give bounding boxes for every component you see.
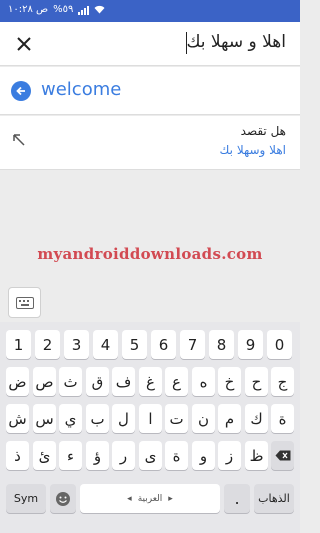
emoji-icon [56, 491, 70, 506]
key-0[interactable]: 0 [267, 330, 292, 359]
key-5[interactable]: 5 [122, 330, 147, 359]
key-1[interactable]: 1 [6, 330, 31, 359]
status-bar: ص ١٠:٢٨ %٥٩ [0, 0, 300, 22]
key-letter[interactable]: ك [245, 404, 268, 433]
emoji-key[interactable] [50, 484, 76, 513]
keyboard-toggle-button[interactable] [8, 287, 41, 318]
key-letter[interactable]: ئ [33, 441, 56, 470]
space-label: العربية [137, 493, 163, 504]
key-letter[interactable]: ن [192, 404, 215, 433]
suggestion-row[interactable]: هل تقصد اهلا وسهلا بك [0, 116, 300, 170]
punctuation-key[interactable]: . [224, 484, 250, 513]
wifi-icon [94, 5, 105, 14]
key-letter[interactable]: ر [112, 441, 135, 470]
key-8[interactable]: 8 [209, 330, 234, 359]
key-letter[interactable]: ا [139, 404, 162, 433]
key-letter[interactable]: ح [245, 367, 268, 396]
key-7[interactable]: 7 [180, 330, 205, 359]
key-letter[interactable]: ظ [245, 441, 268, 470]
search-bar: اهلا و سهلا بك [0, 22, 300, 66]
key-letter[interactable]: ت [165, 404, 188, 433]
arrow-up-left-icon [13, 134, 25, 146]
space-language: ▸ العربية ◂ [127, 494, 173, 504]
translation-text: welcome [41, 79, 122, 100]
close-icon [17, 37, 31, 51]
key-6[interactable]: 6 [151, 330, 176, 359]
did-you-mean-label: هل تقصد [240, 124, 286, 138]
chevron-left-icon: ◂ [127, 493, 132, 504]
key-letter[interactable]: ش [6, 404, 29, 433]
key-letter[interactable]: م [218, 404, 241, 433]
chevron-right-icon: ▸ [168, 493, 173, 504]
key-letter[interactable]: س [33, 404, 56, 433]
sym-key[interactable]: Sym [6, 484, 46, 513]
battery-level: %٥٩ [53, 4, 74, 15]
arrow-back-icon [11, 81, 31, 101]
key-letter[interactable]: ج [271, 367, 294, 396]
status-left: ص ١٠:٢٨ %٥٩ [8, 4, 105, 15]
key-letter[interactable]: ء [59, 441, 82, 470]
key-letter[interactable]: ث [59, 367, 82, 396]
suggestion-text: اهلا وسهلا بك [219, 143, 286, 157]
key-letter[interactable]: ه [192, 367, 215, 396]
watermark: myandroiddownloads.com [37, 245, 263, 263]
close-button[interactable] [10, 30, 38, 58]
go-key[interactable]: الذهاب [254, 484, 294, 513]
key-2[interactable]: 2 [35, 330, 60, 359]
backspace-key[interactable] [271, 441, 294, 470]
key-letter[interactable]: ب [86, 404, 109, 433]
key-letter[interactable]: ي [59, 404, 82, 433]
key-3[interactable]: 3 [64, 330, 89, 359]
space-key[interactable]: ▸ العربية ◂ [80, 484, 220, 513]
translation-result[interactable]: welcome [0, 67, 300, 115]
search-input[interactable]: اهلا و سهلا بك [186, 32, 286, 52]
signal-icon [78, 5, 90, 15]
backspace-icon [275, 450, 290, 461]
key-9[interactable]: 9 [238, 330, 263, 359]
status-time: ص ١٠:٢٨ [8, 4, 49, 15]
key-letter[interactable]: ص [33, 367, 56, 396]
key-letter[interactable]: خ [218, 367, 241, 396]
key-4[interactable]: 4 [93, 330, 118, 359]
key-letter[interactable]: ل [112, 404, 135, 433]
key-letter[interactable]: ق [86, 367, 109, 396]
key-letter[interactable]: ع [165, 367, 188, 396]
keyboard-icon [15, 296, 34, 309]
key-letter[interactable]: ى [139, 441, 162, 470]
key-letter[interactable]: ز [218, 441, 241, 470]
key-letter[interactable]: ؤ [86, 441, 109, 470]
key-letter[interactable]: ف [112, 367, 135, 396]
key-letter[interactable]: و [192, 441, 215, 470]
keyboard: 1 2 3 4 5 6 7 8 9 0 ض ص ث ق ف غ ع ه خ ح … [0, 322, 300, 533]
key-letter[interactable]: ة [165, 441, 188, 470]
key-letter[interactable]: ض [6, 367, 29, 396]
key-letter[interactable]: غ [139, 367, 162, 396]
key-letter[interactable]: ة [271, 404, 294, 433]
key-letter[interactable]: ذ [6, 441, 29, 470]
